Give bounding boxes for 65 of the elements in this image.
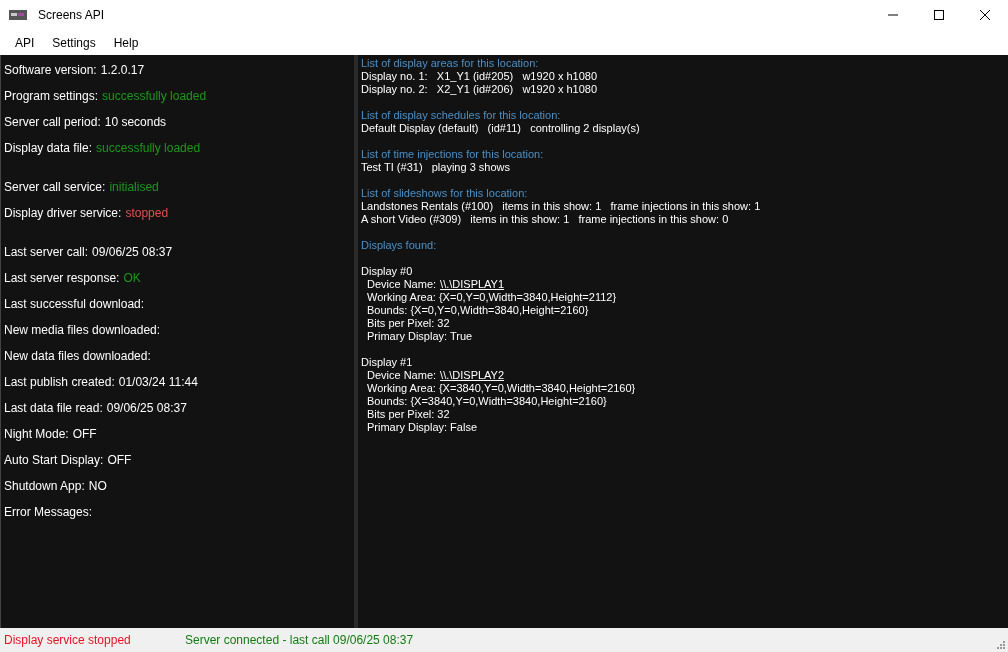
status-label: New media files downloaded:	[4, 323, 161, 337]
log-line: Display no. 1: X1_Y1 (id#205) w1920 x h1080	[361, 70, 599, 83]
status-value: 01/03/24 11:44	[118, 375, 198, 389]
status-label: New data files downloaded:	[4, 349, 151, 363]
display-property: Bounds: {X=3840,Y=0,Width=3840,Height=2160}	[366, 395, 608, 408]
status-value: 09/06/25 08:37	[106, 401, 187, 415]
status-label: Display driver service:	[4, 206, 122, 220]
status-label: Server call period:	[4, 115, 101, 129]
status-message: Display service stopped	[4, 633, 132, 647]
device-name-label: Device Name:	[367, 369, 437, 381]
status-label: Last server call:	[4, 245, 89, 259]
status-label: Server call service:	[4, 180, 106, 194]
window-title: Screens API	[38, 8, 105, 22]
status-value: successfully loaded	[102, 89, 207, 103]
status-value: OFF	[107, 453, 132, 467]
status-label: Last publish created:	[4, 375, 115, 389]
status-message: Server connected - last call 09/06/25 08:37	[185, 633, 414, 647]
log-line: Display no. 2: X2_Y1 (id#206) w1920 x h1080	[361, 83, 599, 96]
device-name-link[interactable]: \\.\DISPLAY1	[440, 278, 505, 290]
display-property: Primary Display: False	[366, 421, 479, 434]
menu-item[interactable]: API	[6, 35, 44, 50]
maximize-icon	[934, 10, 944, 20]
log-line: Landstones Rentals (#100) items in this show: 1 frame injections in this show: 1	[361, 200, 762, 213]
display-property: Primary Display: True	[366, 330, 474, 343]
display-title: Display #1	[361, 356, 414, 369]
resize-grip-icon[interactable]	[996, 640, 1005, 649]
display-title: Display #0	[361, 265, 414, 278]
status-value: 09/06/25 08:37	[92, 245, 173, 259]
status-label: Auto Start Display:	[4, 453, 104, 467]
display-property: Bits per Pixel: 32	[366, 317, 451, 330]
status-label: Last successful download:	[4, 297, 145, 311]
section-heading: Displays found:	[361, 239, 438, 252]
device-name-link[interactable]: \\.\DISPLAY2	[440, 369, 505, 381]
status-value: 10 seconds	[104, 115, 167, 129]
status-label: Error Messages:	[4, 505, 93, 519]
status-label: Program settings:	[4, 89, 99, 103]
status-value: NO	[88, 479, 107, 493]
status-label: Display data file:	[4, 141, 93, 155]
status-value: successfully loaded	[96, 141, 201, 155]
status-label: Last server response:	[4, 271, 120, 285]
log-line: Default Display (default) (id#11) controlling 2 display(s)	[361, 122, 641, 135]
display-property: Working Area: {X=0,Y=0,Width=3840,Height=2112}	[366, 291, 618, 304]
section-heading: List of display areas for this location:	[361, 57, 540, 70]
device-name-label: Device Name:	[367, 278, 437, 290]
app-icon	[9, 10, 27, 20]
status-value: OFF	[72, 427, 97, 441]
status-value: initialised	[109, 180, 159, 194]
close-icon	[980, 10, 990, 20]
display-property: Bits per Pixel: 32	[366, 408, 451, 421]
display-property: Bounds: {X=0,Y=0,Width=3840,Height=2160}	[366, 304, 590, 317]
log-line: A short Video (#309) items in this show: 1 frame injections in this show: 0	[361, 213, 730, 226]
display-property: Working Area: {X=3840,Y=0,Width=3840,Height=2160}	[366, 382, 637, 395]
section-heading: List of time injections for this location:	[361, 148, 545, 161]
status-label: Software version:	[4, 63, 97, 77]
log-line: Test TI (#31) playing 3 shows	[361, 161, 511, 174]
section-heading: List of display schedules for this location:	[361, 109, 562, 122]
status-label: Last data file read:	[4, 401, 103, 415]
menu-item[interactable]: Help	[104, 35, 148, 50]
section-heading: List of slideshows for this location:	[361, 187, 529, 200]
status-value: stopped	[125, 206, 169, 220]
status-value: OK	[123, 271, 141, 285]
menu-item[interactable]: Settings	[43, 35, 105, 50]
status-label: Shutdown App:	[4, 479, 85, 493]
status-label: Night Mode:	[4, 427, 69, 441]
status-value: 1.2.0.17	[100, 63, 145, 77]
